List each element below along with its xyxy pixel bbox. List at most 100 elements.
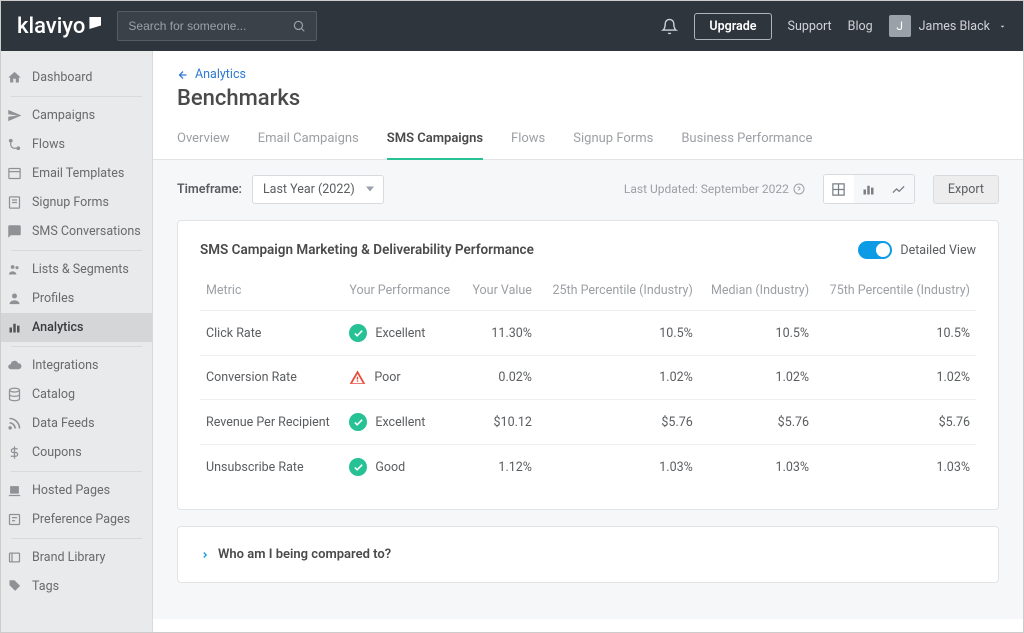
sidebar-item-campaigns[interactable]: Campaigns xyxy=(1,101,152,130)
warning-icon xyxy=(349,369,366,386)
col-perf: Your Performance xyxy=(343,275,462,311)
tab-sms[interactable]: SMS Campaigns xyxy=(387,121,483,160)
expand-label: Who am I being compared to? xyxy=(218,547,391,562)
card-title: SMS Campaign Marketing & Deliverability … xyxy=(200,242,534,258)
form-icon xyxy=(7,195,22,210)
view-line-button[interactable] xyxy=(884,175,914,203)
table-row: Conversion RatePoor0.02%1.02%1.02%1.02% xyxy=(200,356,976,400)
sidebar-label: Hosted Pages xyxy=(32,483,110,498)
tab-overview[interactable]: Overview xyxy=(177,121,230,160)
compare-card[interactable]: Who am I being compared to? xyxy=(177,526,999,583)
col-median: Median (Industry) xyxy=(699,275,815,311)
sidebar-item-feeds[interactable]: Data Feeds xyxy=(1,409,152,438)
dollar-icon xyxy=(7,445,22,460)
last-updated: Last Updated: September 2022 xyxy=(624,182,805,196)
sidebar-label: Brand Library xyxy=(32,550,105,565)
tab-signup[interactable]: Signup Forms xyxy=(573,121,653,160)
tab-email[interactable]: Email Campaigns xyxy=(258,121,359,160)
blog-link[interactable]: Blog xyxy=(848,19,873,34)
sidebar-label: Analytics xyxy=(32,320,84,335)
sidebar-label: Flows xyxy=(32,137,65,152)
check-icon xyxy=(349,324,367,342)
upgrade-button[interactable]: Upgrade xyxy=(694,13,771,40)
avatar: J xyxy=(889,15,911,37)
sidebar-item-integrations[interactable]: Integrations xyxy=(1,351,152,380)
controls-row: Timeframe: Last Year (2022) Last Updated… xyxy=(177,174,999,204)
sidebar: Dashboard Campaigns Flows Email Template… xyxy=(1,51,153,632)
sidebar-label: Profiles xyxy=(32,291,74,306)
performance-card: SMS Campaign Marketing & Deliverability … xyxy=(177,220,999,510)
arrow-left-icon xyxy=(177,69,189,81)
sidebar-item-analytics[interactable]: Analytics xyxy=(1,313,152,342)
sidebar-label: Lists & Segments xyxy=(32,262,129,277)
support-link[interactable]: Support xyxy=(788,19,832,34)
sidebar-label: Coupons xyxy=(32,445,82,460)
sidebar-item-flows[interactable]: Flows xyxy=(1,130,152,159)
sidebar-label: Dashboard xyxy=(32,70,92,85)
sidebar-label: Signup Forms xyxy=(32,195,109,210)
timeframe-dropdown[interactable]: Last Year (2022) xyxy=(252,175,384,204)
user-icon xyxy=(7,291,22,306)
sidebar-item-signup-forms[interactable]: Signup Forms xyxy=(1,188,152,217)
view-bar-button[interactable] xyxy=(854,175,884,203)
table-row: Click RateExcellent11.30%10.5%10.5%10.5% xyxy=(200,311,976,356)
search-input-wrap[interactable] xyxy=(117,11,317,41)
sidebar-label: SMS Conversations xyxy=(32,224,141,239)
home-icon xyxy=(7,70,22,85)
sidebar-label: Catalog xyxy=(32,387,75,402)
help-icon[interactable] xyxy=(793,183,805,195)
check-icon xyxy=(349,458,367,476)
sidebar-item-profiles[interactable]: Profiles xyxy=(1,284,152,313)
timeframe-label: Timeframe: xyxy=(177,182,242,197)
bell-icon[interactable] xyxy=(661,18,678,35)
sidebar-item-email-templates[interactable]: Email Templates xyxy=(1,159,152,188)
check-icon xyxy=(349,413,367,431)
view-toggle xyxy=(823,174,915,204)
metrics-table: Metric Your Performance Your Value 25th … xyxy=(200,275,976,489)
chart-icon xyxy=(7,320,22,335)
rss-icon xyxy=(7,416,22,431)
send-icon xyxy=(7,108,22,123)
tab-flows[interactable]: Flows xyxy=(511,121,545,160)
sidebar-label: Data Feeds xyxy=(32,416,95,431)
sidebar-item-preference[interactable]: Preference Pages xyxy=(1,505,152,534)
toggle-switch[interactable] xyxy=(858,241,892,259)
user-menu[interactable]: J James Black xyxy=(889,15,1007,37)
user-name: James Black xyxy=(919,19,990,34)
database-icon xyxy=(7,387,22,402)
sidebar-item-hosted[interactable]: Hosted Pages xyxy=(1,476,152,505)
tab-business[interactable]: Business Performance xyxy=(681,121,812,160)
sidebar-item-tags[interactable]: Tags xyxy=(1,572,152,601)
sidebar-label: Preference Pages xyxy=(32,512,130,527)
sidebar-item-brand[interactable]: Brand Library xyxy=(1,543,152,572)
sidebar-item-coupons[interactable]: Coupons xyxy=(1,438,152,467)
topbar: klaviyo Upgrade Support Blog J James Bla… xyxy=(1,1,1023,51)
main-content: Analytics Benchmarks Overview Email Camp… xyxy=(153,51,1023,632)
tag-icon xyxy=(7,579,22,594)
chevron-right-icon xyxy=(200,550,210,560)
col-value: Your Value xyxy=(462,275,538,311)
sidebar-item-dashboard[interactable]: Dashboard xyxy=(1,63,152,92)
search-input[interactable] xyxy=(128,19,292,33)
export-button[interactable]: Export xyxy=(933,175,999,204)
table-row: Revenue Per RecipientExcellent$10.12$5.7… xyxy=(200,400,976,445)
sidebar-item-lists[interactable]: Lists & Segments xyxy=(1,255,152,284)
sidebar-label: Integrations xyxy=(32,358,98,373)
col-p25: 25th Percentile (Industry) xyxy=(538,275,699,311)
breadcrumb[interactable]: Analytics xyxy=(153,51,1023,82)
sidebar-item-sms[interactable]: SMS Conversations xyxy=(1,217,152,246)
tabs: Overview Email Campaigns SMS Campaigns F… xyxy=(153,121,1023,160)
preference-icon xyxy=(7,512,22,527)
cloud-icon xyxy=(7,358,22,373)
sidebar-label: Email Templates xyxy=(32,166,124,181)
logo-mark-icon xyxy=(89,17,101,29)
table-row: Unsubscribe RateGood1.12%1.03%1.03%1.03% xyxy=(200,445,976,490)
chat-icon xyxy=(7,224,22,239)
flow-icon xyxy=(7,137,22,152)
view-table-button[interactable] xyxy=(824,175,854,203)
toggle-label: Detailed View xyxy=(900,243,976,258)
library-icon xyxy=(7,550,22,565)
sidebar-item-catalog[interactable]: Catalog xyxy=(1,380,152,409)
logo[interactable]: klaviyo xyxy=(17,14,101,39)
detailed-view-toggle[interactable]: Detailed View xyxy=(858,241,976,259)
